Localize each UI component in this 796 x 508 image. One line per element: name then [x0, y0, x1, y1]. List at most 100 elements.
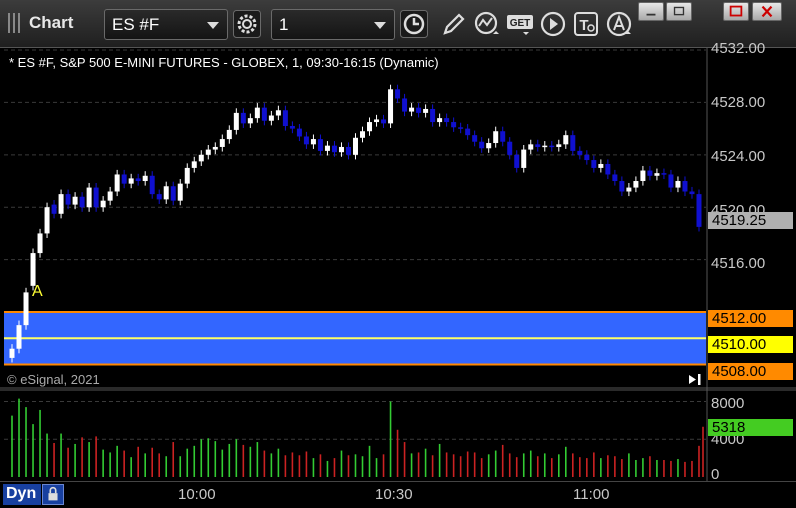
candle-body — [226, 129, 232, 140]
symbol-value: ES #F — [112, 15, 160, 34]
studies-icon[interactable] — [473, 10, 501, 38]
lock-icon[interactable] — [42, 484, 64, 505]
candle-body — [521, 149, 527, 168]
chart-canvas[interactable] — [0, 48, 796, 481]
text-tool-icon[interactable]: T — [572, 10, 600, 38]
candle-body — [374, 119, 380, 123]
symbol-settings-gear-icon[interactable] — [233, 10, 261, 38]
price-tick: 4516.00 — [711, 255, 766, 272]
candle-body — [682, 181, 688, 192]
candle-body — [402, 98, 408, 112]
restore-icon[interactable] — [666, 2, 692, 21]
time-tick: 10:00 — [178, 486, 216, 503]
candle-body — [16, 325, 22, 349]
candle-body — [367, 122, 373, 132]
candle-body — [296, 128, 302, 137]
candle-body — [100, 200, 106, 208]
last-price-label: 4519.25 — [708, 212, 793, 229]
candle-body — [591, 160, 597, 168]
candle-body — [675, 181, 681, 188]
candle-body — [58, 194, 64, 214]
candle-body — [345, 146, 351, 155]
candle-body — [352, 137, 358, 155]
volume-grid — [4, 400, 706, 440]
interval-combo[interactable]: 1 — [271, 9, 395, 40]
candle-body — [163, 186, 169, 200]
candle-body — [689, 191, 695, 195]
get-data-icon[interactable]: GET — [506, 10, 534, 38]
candle-body — [500, 131, 506, 142]
candle-body — [458, 127, 464, 129]
maximize-icon[interactable] — [723, 2, 749, 21]
candle-body — [93, 187, 99, 208]
zone-upper-label[interactable]: 4512.00 — [708, 310, 793, 327]
window-title: Chart — [29, 13, 74, 32]
candle-body — [156, 194, 162, 200]
candle-body — [486, 143, 492, 149]
dynamic-mode-button[interactable]: Dyn — [3, 484, 41, 505]
close-icon[interactable] — [752, 2, 782, 21]
clock-icon[interactable] — [400, 10, 428, 38]
play-icon[interactable] — [539, 10, 567, 38]
candle-body — [142, 175, 148, 182]
candle-body — [549, 145, 555, 148]
symbol-combo[interactable]: ES #F — [104, 9, 228, 40]
candle-body — [654, 173, 660, 176]
candle-body — [170, 186, 176, 201]
candle-body — [612, 174, 618, 182]
candle-body — [528, 144, 534, 150]
text-tool-label: T — [579, 17, 588, 34]
price-tick: 4528.00 — [711, 94, 766, 111]
candle-body — [177, 183, 183, 201]
candle-body — [37, 233, 43, 254]
candle-body — [198, 154, 204, 162]
price-tick: 4532.00 — [711, 40, 766, 57]
get-button-label: GET — [510, 18, 531, 29]
candle-body — [317, 139, 323, 151]
candle-body — [324, 145, 330, 151]
candle-body — [51, 204, 57, 214]
candle-body — [289, 125, 295, 129]
candle-body — [640, 170, 646, 182]
candle-body — [563, 135, 569, 145]
draw-pencil-icon[interactable] — [440, 10, 468, 38]
chevron-down-icon — [207, 22, 219, 29]
candle-body — [212, 146, 218, 150]
volume-tick: 8000 — [711, 395, 745, 412]
candle-body — [437, 118, 443, 123]
candle-body — [633, 181, 639, 188]
candle-body — [79, 196, 85, 208]
candle-body — [331, 145, 337, 153]
candle-body — [128, 178, 134, 184]
zone-mid-label[interactable]: 4510.00 — [708, 336, 793, 353]
candle-body — [493, 131, 499, 144]
candle-body — [381, 119, 387, 124]
candle-body — [219, 139, 225, 147]
candle-body — [598, 163, 604, 168]
minimize-icon[interactable] — [638, 2, 664, 21]
candle-body — [388, 89, 394, 124]
candle-body — [107, 191, 113, 201]
candle-body — [254, 107, 260, 119]
time-tick: 10:30 — [375, 486, 413, 503]
candle-body — [86, 187, 92, 208]
volume-bars — [11, 398, 704, 477]
scroll-to-end-icon[interactable] — [687, 373, 703, 386]
chevron-down-icon — [374, 22, 386, 29]
alert-marker[interactable]: A — [32, 283, 43, 301]
candle-body — [514, 154, 520, 168]
candle-body — [261, 107, 267, 121]
candle-body — [556, 144, 562, 147]
candle-body — [247, 118, 253, 124]
candle-body — [619, 181, 625, 192]
candle-body — [275, 110, 281, 116]
candle-body — [605, 163, 611, 175]
candle-body — [430, 108, 436, 123]
chart-app-icon — [8, 13, 20, 33]
candle-body — [268, 115, 274, 121]
alert-icon[interactable] — [605, 10, 633, 38]
candle-body — [205, 149, 211, 155]
zone-lower-label[interactable]: 4508.00 — [708, 363, 793, 380]
candle-body — [23, 292, 29, 326]
candle-body — [626, 187, 632, 192]
